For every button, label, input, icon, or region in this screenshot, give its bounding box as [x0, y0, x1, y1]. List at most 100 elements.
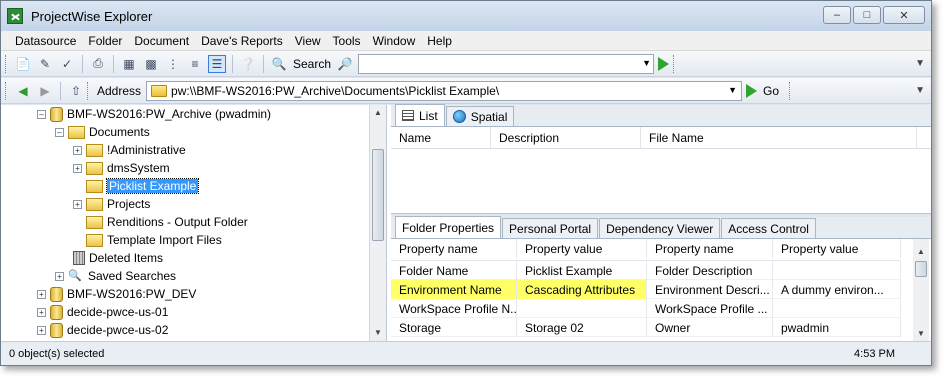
tree-scrollbar[interactable]: ▲ ▼ [369, 105, 386, 341]
run-search-icon[interactable] [658, 56, 670, 71]
tree-item-picklist-example[interactable]: Picklist Example [86, 177, 200, 195]
expand-icon[interactable]: + [37, 307, 46, 317]
expand-icon[interactable]: + [73, 199, 82, 209]
up-folder-icon[interactable]: ⇧ [67, 82, 85, 100]
toolbar-grip[interactable] [87, 81, 90, 100]
column-property-value[interactable]: Property value [773, 239, 901, 258]
print-icon[interactable]: ⎙ [89, 55, 107, 73]
toolbar-overflow-icon[interactable]: ▼ [915, 58, 925, 69]
small-icons-view-icon[interactable]: ▩ [142, 55, 160, 73]
property-row[interactable]: Storage Storage 02 Owner pwadmin [391, 318, 901, 337]
menu-window[interactable]: Window [367, 34, 422, 48]
folder-icon [86, 233, 103, 247]
search-input[interactable]: ▼ [358, 53, 655, 74]
forward-icon[interactable]: ▶ [36, 82, 54, 100]
edit-icon[interactable]: ✎ [36, 55, 54, 73]
expand-icon[interactable]: + [55, 271, 64, 281]
tab-dependency-viewer[interactable]: Dependency Viewer [599, 218, 721, 238]
menu-datasource[interactable]: Datasource [9, 34, 82, 48]
tree-item-decide-01[interactable]: + decide-pwce-us-01 [37, 303, 168, 321]
details-view-icon[interactable]: ☰ [208, 54, 226, 73]
column-property-name[interactable]: Property name [391, 239, 517, 258]
property-row[interactable]: Folder Name Picklist Example Folder Desc… [391, 261, 901, 280]
collapse-icon[interactable]: – [37, 109, 46, 119]
column-property-value[interactable]: Property value [517, 239, 647, 258]
list-view-icon[interactable]: ⋮ [164, 55, 182, 73]
back-icon[interactable]: ◀ [14, 82, 32, 100]
menu-document[interactable]: Document [128, 34, 195, 48]
datasource-icon [50, 286, 63, 302]
menu-folder[interactable]: Folder [82, 34, 128, 48]
go-arrow-icon[interactable] [746, 83, 758, 98]
tree-item-administrative[interactable]: + !Administrative [73, 141, 186, 159]
new-document-icon[interactable]: 📄 [14, 55, 32, 73]
tab-access-control[interactable]: Access Control [721, 218, 816, 238]
tree-item-decide-02[interactable]: + decide-pwce-us-02 [37, 321, 168, 339]
toolbar-grip[interactable] [789, 81, 792, 100]
main-toolbar: 📄 ✎ ✓ ⎙ ▦ ▩ ⋮ ≡ ☰ ❔ 🔍 Search 🔎 ▼ ▼ [1, 51, 931, 77]
menu-help[interactable]: Help [421, 34, 458, 48]
tree-view-icon[interactable]: ≡ [186, 55, 204, 73]
tab-personal-portal[interactable]: Personal Portal [502, 218, 599, 238]
scrollbar-thumb[interactable] [372, 149, 384, 241]
scroll-up-icon[interactable]: ▲ [370, 105, 386, 121]
expand-icon[interactable]: + [73, 145, 82, 155]
scrollbar-thumb[interactable] [915, 261, 927, 277]
column-description[interactable]: Description [491, 126, 641, 149]
toolbar-grip[interactable] [5, 54, 8, 73]
maximize-button[interactable]: □ [853, 6, 881, 24]
tree-item-renditions[interactable]: Renditions - Output Folder [86, 213, 248, 231]
checkin-icon[interactable]: ✓ [58, 55, 76, 73]
datasource-locked-icon [50, 304, 63, 320]
menu-daves-reports[interactable]: Dave's Reports [195, 34, 289, 48]
close-button[interactable]: ✕ [883, 6, 925, 24]
column-name[interactable]: Name [391, 126, 491, 149]
tree-item-saved-searches[interactable]: + 🔍 Saved Searches [55, 267, 176, 285]
tab-spatial[interactable]: Spatial [445, 106, 515, 126]
minimize-button[interactable]: – [823, 6, 851, 24]
view-tabs: List Spatial [391, 104, 931, 127]
tree-item-label: Projects [107, 197, 151, 211]
tree-item-pw-archive[interactable]: – BMF-WS2016:PW_Archive (pwadmin) [37, 105, 271, 123]
tab-folder-properties[interactable]: Folder Properties [395, 216, 502, 238]
tree-item-documents[interactable]: – Documents [55, 123, 150, 141]
menu-view[interactable]: View [289, 34, 327, 48]
property-row-highlighted[interactable]: Environment Name Cascading Attributes En… [391, 280, 901, 299]
column-property-name[interactable]: Property name [647, 239, 773, 258]
tree-item-deleted-items[interactable]: Deleted Items [73, 249, 163, 267]
tab-list[interactable]: List [395, 104, 445, 126]
tree-item-projects[interactable]: + Projects [73, 195, 150, 213]
scroll-down-icon[interactable]: ▼ [370, 325, 386, 341]
address-input[interactable]: pw:\\BMF-WS2016:PW_Archive\Documents\Pic… [146, 80, 743, 101]
expand-icon[interactable]: + [37, 289, 46, 299]
scroll-down-icon[interactable]: ▼ [913, 327, 929, 341]
expand-icon[interactable]: + [37, 325, 46, 335]
tree-item-label: Documents [89, 125, 150, 139]
expand-icon[interactable]: + [73, 163, 82, 173]
toolbar-overflow-icon[interactable]: ▼ [915, 85, 925, 96]
tree-item-pw-dev[interactable]: + BMF-WS2016:PW_DEV [37, 285, 196, 303]
help-icon[interactable]: ❔ [239, 55, 257, 73]
property-row[interactable]: WorkSpace Profile N... WorkSpace Profile… [391, 299, 901, 318]
address-label: Address [97, 83, 142, 98]
address-dropdown-icon[interactable]: ▼ [728, 85, 737, 95]
tree-item-template-import[interactable]: Template Import Files [86, 231, 222, 249]
menu-bar: Datasource Folder Document Dave's Report… [1, 31, 931, 51]
toolbar-separator [232, 54, 233, 73]
search-dropdown-icon[interactable]: ▼ [642, 58, 651, 68]
large-icons-view-icon[interactable]: ▦ [120, 55, 138, 73]
go-button[interactable]: Go [763, 84, 779, 98]
collapse-icon[interactable]: – [55, 127, 64, 137]
menu-tools[interactable]: Tools [327, 34, 367, 48]
window-title: ProjectWise Explorer [31, 8, 153, 24]
toolbar-grip[interactable] [673, 54, 676, 73]
search-magnifier-icon[interactable]: 🔎 [336, 55, 354, 73]
property-name-cell: Folder Name [391, 261, 517, 280]
binoculars-icon[interactable]: 🔍 [270, 55, 288, 73]
column-file-name[interactable]: File Name [641, 126, 917, 149]
scroll-up-icon[interactable]: ▲ [913, 245, 929, 259]
property-scrollbar[interactable]: ▲ ▼ [913, 239, 929, 341]
property-value-cell: pwadmin [773, 318, 901, 337]
tree-item-dmssystem[interactable]: + dmsSystem [73, 159, 170, 177]
toolbar-grip[interactable] [5, 81, 8, 100]
